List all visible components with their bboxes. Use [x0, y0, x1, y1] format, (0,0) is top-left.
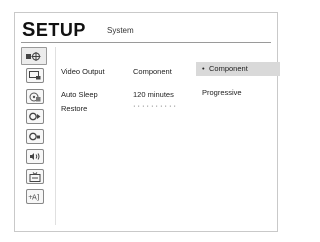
option-label: Progressive [202, 88, 242, 97]
setting-row-video-output[interactable]: Video Output Component [61, 65, 201, 79]
sidebar-item-display[interactable] [26, 68, 44, 83]
setting-value: Component [133, 67, 172, 76]
sidebar-item-parental[interactable] [26, 169, 44, 184]
audio-disc-icon [29, 92, 41, 102]
header: SETUP System [15, 13, 277, 43]
display-icon [29, 71, 41, 80]
setting-label: Auto Sleep [61, 90, 98, 99]
selected-bullet: • [202, 64, 205, 73]
sidebar-item-speaker[interactable] [26, 149, 44, 164]
sidebar-item-ratings[interactable]: + A ] [26, 189, 44, 204]
option-progressive[interactable]: Progressive [196, 86, 280, 100]
sidebar-item-system[interactable] [21, 47, 47, 65]
title-rest: ETUP [35, 20, 86, 40]
setting-label: Restore [61, 104, 88, 113]
option-label: Component [209, 64, 248, 73]
svg-text:]: ] [37, 194, 40, 202]
parental-tv-icon [29, 171, 41, 182]
header-divider [21, 42, 271, 43]
option-component[interactable]: • Component [196, 62, 280, 76]
setting-row-restore[interactable]: Restore ·········· [61, 101, 201, 116]
sidebar-item-audio[interactable] [26, 89, 44, 104]
system-icon [25, 51, 43, 62]
sidebar-divider [55, 47, 56, 225]
sidebar-item-language[interactable] [26, 109, 44, 124]
sidebar-item-dvd[interactable] [26, 129, 44, 144]
page-title: SETUP [22, 19, 86, 42]
speaker-icon [29, 152, 41, 161]
section-subtitle: System [107, 26, 134, 35]
title-initial: S [22, 19, 36, 41]
setting-row-auto-sleep[interactable]: Auto Sleep 120 minutes [61, 88, 201, 102]
setting-label: Video Output [61, 67, 105, 76]
dvd-icon [29, 132, 41, 141]
ratings-icon: + A ] [28, 192, 42, 202]
setup-window: SETUP System + A] Video Output Componen… [14, 12, 278, 232]
language-icon [29, 112, 41, 121]
setting-value: ·········· [133, 101, 178, 110]
